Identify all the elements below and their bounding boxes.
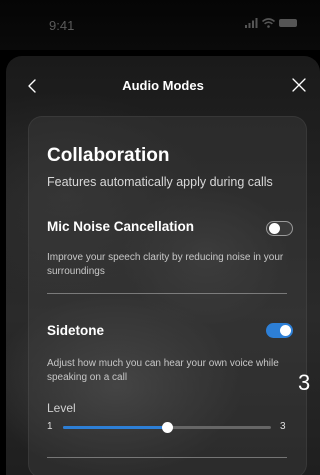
- nav-bar: Audio Modes: [6, 56, 320, 112]
- phone-screen: 9:41 Audio Modes Collaboration Features …: [0, 0, 320, 475]
- audio-modes-sheet: Audio Modes Collaboration Features autom…: [6, 56, 320, 475]
- mic-noise-cancellation-description: Improve your speech clarity by reducing …: [47, 252, 284, 277]
- slider-thumb[interactable]: [162, 422, 173, 433]
- toggle-knob: [280, 325, 291, 336]
- divider: [47, 293, 287, 294]
- level-label: Level: [47, 401, 76, 415]
- sidetone-label: Sidetone: [47, 323, 105, 338]
- slider-fill: [63, 426, 167, 429]
- collaboration-card: Collaboration Features automatically app…: [28, 116, 307, 475]
- close-icon[interactable]: [290, 76, 308, 94]
- divider: [47, 457, 287, 458]
- sidetone-description: Adjust how much you can hear your own vo…: [47, 358, 279, 383]
- slider-max-label: 3: [280, 421, 286, 432]
- wifi-icon: [262, 18, 275, 28]
- mic-noise-cancellation-toggle[interactable]: [266, 221, 293, 236]
- status-time: 9:41: [49, 18, 75, 33]
- toggle-knob: [269, 223, 280, 234]
- slider-min-label: 1: [47, 421, 53, 432]
- sidetone-level-slider[interactable]: [63, 422, 271, 433]
- status-bar: 9:41: [0, 0, 320, 50]
- mic-noise-cancellation-label: Mic Noise Cancellation: [47, 219, 195, 234]
- battery-icon: [279, 19, 297, 27]
- status-icons: [245, 18, 297, 28]
- page-title: Audio Modes: [122, 78, 204, 93]
- card-title: Collaboration: [47, 145, 170, 166]
- sidetone-toggle[interactable]: [266, 323, 293, 338]
- signal-icon: [245, 18, 258, 28]
- card-subtitle: Features automatically apply during call…: [47, 175, 273, 189]
- overlay-glyph: 3: [298, 370, 311, 395]
